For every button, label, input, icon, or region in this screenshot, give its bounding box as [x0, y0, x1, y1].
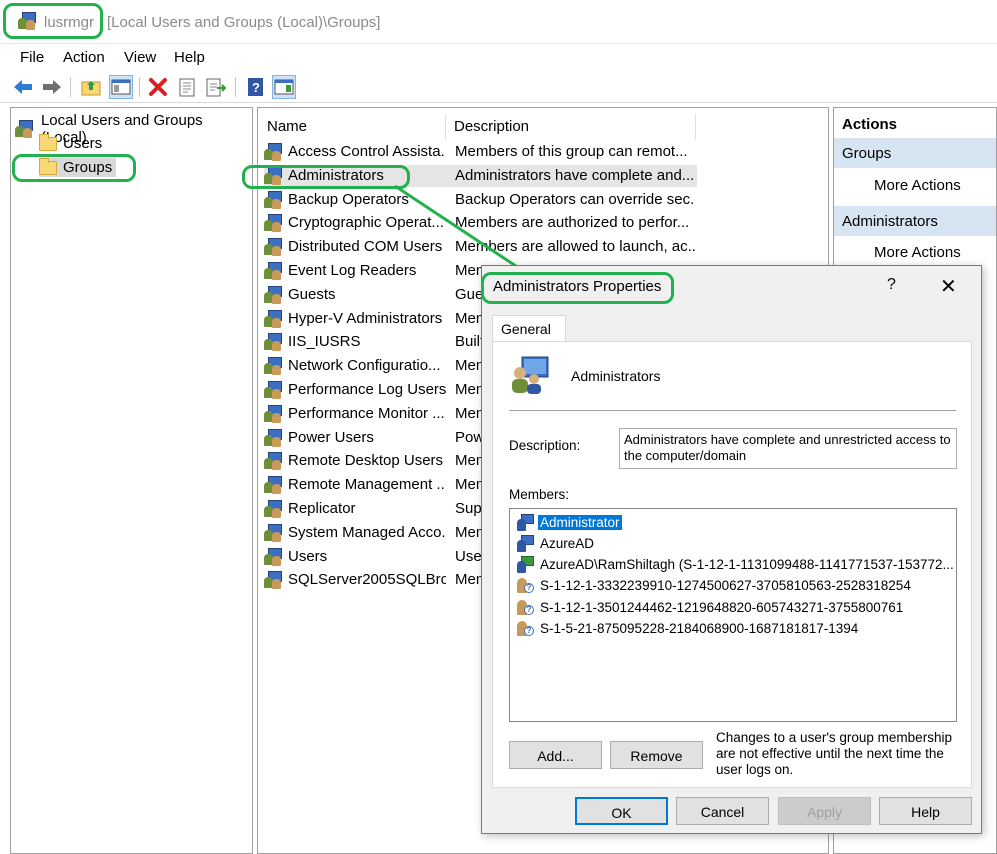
help-button[interactable]: Help: [879, 797, 972, 825]
description-label: Description:: [509, 438, 581, 453]
domain-user-icon: [516, 556, 534, 574]
properties-dialog: Administrators Properties ? ✕ General Ad…: [481, 265, 982, 834]
member-item[interactable]: AzureAD: [516, 533, 596, 553]
remove-button[interactable]: Remove: [610, 741, 703, 769]
tab-general[interactable]: General: [492, 315, 566, 341]
user-icon: [516, 513, 534, 531]
cancel-button[interactable]: Cancel: [676, 797, 769, 825]
close-icon[interactable]: ✕: [940, 274, 957, 299]
member-item[interactable]: ? S-1-5-21-875095228-2184068900-168718181…: [516, 619, 860, 639]
member-name: AzureAD: [540, 535, 595, 551]
members-list[interactable]: Administrator AzureAD AzureAD\RamShiltagh …: [509, 508, 957, 722]
members-label: Members:: [509, 487, 570, 502]
ok-button[interactable]: OK: [575, 797, 668, 825]
membership-note: Changes to a user's group membership are…: [716, 730, 952, 777]
member-name: S-1-12-1-3501244462-1219648820-605743271…: [540, 599, 904, 615]
unknown-user-icon: ?: [516, 599, 534, 616]
tab-panel: Administrators Description: Administrato…: [492, 341, 972, 788]
member-name: S-1-12-1-3332239910-1274500627-370581056…: [540, 578, 911, 594]
add-button[interactable]: Add...: [509, 741, 602, 769]
apply-button[interactable]: Apply: [778, 797, 871, 825]
member-name: Administrator: [538, 514, 622, 530]
group-icon: [510, 355, 550, 398]
member-name: AzureAD\RamShiltagh (S-1-12-1-1131099488…: [540, 557, 954, 573]
unknown-user-icon: ?: [516, 620, 534, 637]
group-name: Administrators: [571, 368, 661, 384]
user-icon: [516, 534, 534, 552]
description-field[interactable]: Administrators have complete and unrestr…: [619, 428, 957, 469]
member-item[interactable]: ? S-1-12-1-3501244462-1219648820-60574327…: [516, 597, 905, 617]
annotation-dialog-title: [481, 272, 674, 304]
help-icon[interactable]: ?: [887, 276, 896, 294]
member-item[interactable]: AzureAD\RamShiltagh (S-1-12-1-1131099488…: [516, 555, 956, 575]
member-item[interactable]: ? S-1-12-1-3332239910-1274500627-37058105…: [516, 576, 913, 596]
member-name: S-1-5-21-875095228-2184068900-1687181817…: [540, 621, 859, 636]
member-item[interactable]: Administrator: [516, 512, 622, 532]
unknown-user-icon: ?: [516, 577, 534, 594]
separator: [509, 410, 956, 411]
